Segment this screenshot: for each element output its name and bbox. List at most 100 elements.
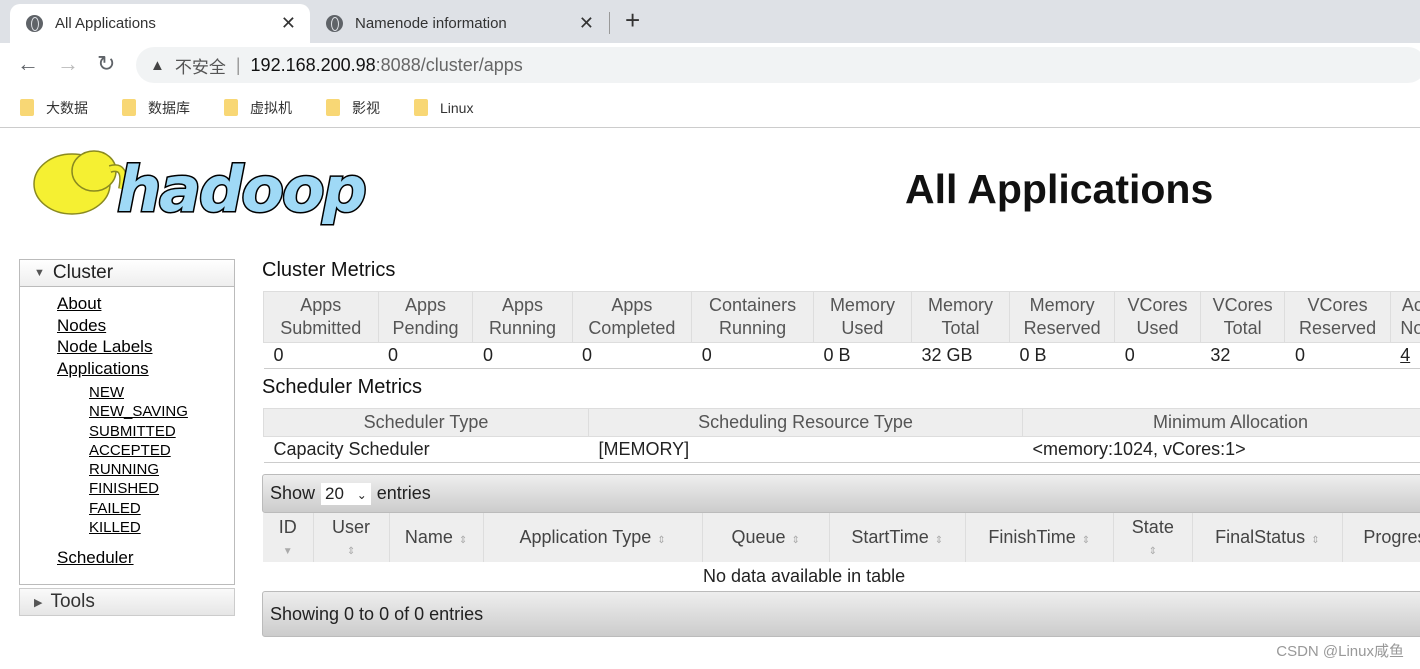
sort-icon: ⇕ (791, 535, 800, 546)
tab-strip: All Applications ✕ Namenode information … (0, 0, 1420, 43)
metric-value: 0 (691, 342, 814, 369)
sort-icon: ⇕ (1148, 545, 1157, 557)
column-label: ID (278, 516, 297, 537)
bookmarks-bar: 大数据 数据库 虚拟机 影视 Linux (0, 88, 1420, 128)
state-new-saving[interactable]: NEW_SAVING (89, 402, 234, 421)
folder-icon (224, 99, 238, 116)
caret-down-icon: ▼ (34, 267, 45, 279)
column-header[interactable]: FinishTime ⇕ (965, 513, 1114, 562)
metric-header-line: VCores (1212, 295, 1273, 315)
metric-header-line: Memory (927, 295, 993, 315)
tab-namenode-information[interactable]: Namenode information ✕ (310, 4, 608, 43)
folder-icon (414, 99, 428, 116)
state-finished[interactable]: FINISHED (89, 479, 234, 498)
column-header[interactable]: ID ▼ (263, 513, 314, 562)
sidebar-item-about[interactable]: About (57, 293, 234, 315)
sidebar-cluster-header[interactable]: ▼ Cluster (20, 260, 234, 287)
column-header[interactable]: Name ⇕ (389, 513, 484, 562)
metric-header-line: Apps (501, 295, 543, 315)
metric-header: Memory Used (812, 291, 912, 343)
cluster-metrics-title: Cluster Metrics (262, 259, 396, 281)
column-header[interactable]: Application Type ⇕ (483, 513, 703, 562)
metric-header-line: Nodes (1400, 318, 1420, 338)
close-icon[interactable]: ✕ (281, 13, 296, 34)
tab-all-applications[interactable]: All Applications ✕ (10, 4, 310, 43)
watermark: CSDN @Linux咸鱼 (1276, 643, 1404, 660)
forward-icon[interactable]: → (57, 51, 79, 77)
metric-header-line: Running (488, 318, 556, 338)
metric-header-line: Apps (611, 295, 653, 315)
table-info: Showing 0 to 0 of 0 entries (270, 603, 484, 624)
state-submitted[interactable]: SUBMITTED (89, 422, 234, 441)
bookmark[interactable]: 数据库 (122, 98, 190, 118)
sidebar-item-nodes[interactable]: Nodes (57, 315, 234, 337)
sort-icon: ▼ (282, 545, 293, 557)
column-header[interactable]: Progress (1342, 513, 1420, 562)
metric-value: 0 (378, 342, 473, 369)
column-label: User (332, 516, 371, 537)
close-icon[interactable]: ✕ (579, 13, 594, 34)
bookmark[interactable]: 大数据 (20, 98, 88, 118)
column-header[interactable]: FinalStatus ⇕ (1192, 513, 1343, 562)
empty-message: No data available in table (703, 565, 906, 586)
sidebar-item-applications[interactable]: Applications (57, 358, 234, 380)
metric-header-line: Memory (1029, 295, 1095, 315)
folder-icon (326, 99, 340, 116)
sort-icon: ⇕ (1311, 535, 1320, 546)
bookmark[interactable]: Linux (414, 99, 473, 116)
hadoop-logo: hadoop (33, 150, 368, 228)
metric-header: Apps Pending (377, 291, 474, 343)
caret-right-icon: ▶ (34, 596, 43, 609)
metric-header-line: Reserved (1299, 318, 1377, 338)
column-header[interactable]: StartTime ⇕ (829, 513, 966, 562)
warning-icon: ▲ (150, 56, 165, 74)
cluster-label: Cluster (52, 262, 114, 283)
metric-value: 0 (263, 342, 379, 369)
column-label: Queue (731, 527, 786, 547)
column-label: Name (404, 527, 453, 547)
resource-type-value: [MEMORY] (588, 436, 1023, 463)
bookmark-label: 大数据 (46, 99, 88, 116)
address-bar[interactable]: ▲ 不安全 | 192.168.200.98 :8088/cluster/app… (136, 47, 1420, 83)
sidebar-item-node-labels[interactable]: Node Labels (57, 336, 234, 358)
reload-icon[interactable]: ↻ (97, 51, 115, 77)
table-info-bar: Showing 0 to 0 of 0 entries (262, 591, 1420, 637)
metric-header-line: Pending (392, 318, 459, 338)
scheduler-metrics-title: Scheduler Metrics (262, 376, 423, 398)
metric-header-line: Memory (829, 295, 895, 315)
state-running[interactable]: RUNNING (89, 460, 234, 479)
page-size-select[interactable]: 20 ⌄ (321, 482, 371, 505)
sidebar: ▼ Cluster About Nodes Node Labels Applica… (19, 259, 235, 585)
bookmark-label: 数据库 (148, 99, 190, 116)
metric-header-line: Total (941, 318, 980, 338)
state-accepted[interactable]: ACCEPTED (89, 441, 234, 460)
bookmark[interactable]: 虚拟机 (224, 98, 292, 118)
metric-header-line: Apps (404, 295, 446, 315)
entries-label: entries (376, 483, 431, 503)
column-label: FinishTime (988, 527, 1076, 547)
state-failed[interactable]: FAILED (89, 499, 234, 518)
chevron-down-icon: ⌄ (356, 487, 367, 502)
back-icon[interactable]: ← (17, 51, 39, 77)
security-label: 不安全 (174, 57, 226, 77)
metric-header-line: Running (719, 318, 787, 338)
scheduler-type-value: Capacity Scheduler (263, 436, 589, 463)
metric-header-line: Completed (588, 318, 676, 338)
col-scheduling-resource-type: Scheduling Resource Type (588, 408, 1023, 437)
sidebar-tools-header[interactable]: ▶ Tools (19, 588, 235, 616)
new-tab-button[interactable]: + (625, 5, 640, 36)
state-killed[interactable]: KILLED (89, 518, 234, 537)
separator: | (235, 54, 241, 75)
column-header[interactable]: Queue ⇕ (702, 513, 830, 562)
metric-value: 0 B (813, 342, 912, 369)
column-header[interactable]: State ⇕ (1113, 513, 1193, 562)
sidebar-item-scheduler[interactable]: Scheduler (57, 547, 234, 569)
sort-icon: ⇕ (657, 535, 666, 546)
state-new[interactable]: NEW (89, 383, 234, 402)
app-state-links: NEW NEW_SAVING SUBMITTED ACCEPTED RUNNIN… (57, 383, 234, 537)
bookmark[interactable]: 影视 (326, 98, 380, 118)
metric-value[interactable]: 4 (1390, 342, 1420, 369)
column-header[interactable]: User ⇕ (313, 513, 390, 562)
metric-header: Memory Reserved (1008, 291, 1116, 343)
bookmark-label: 虚拟机 (250, 99, 292, 116)
